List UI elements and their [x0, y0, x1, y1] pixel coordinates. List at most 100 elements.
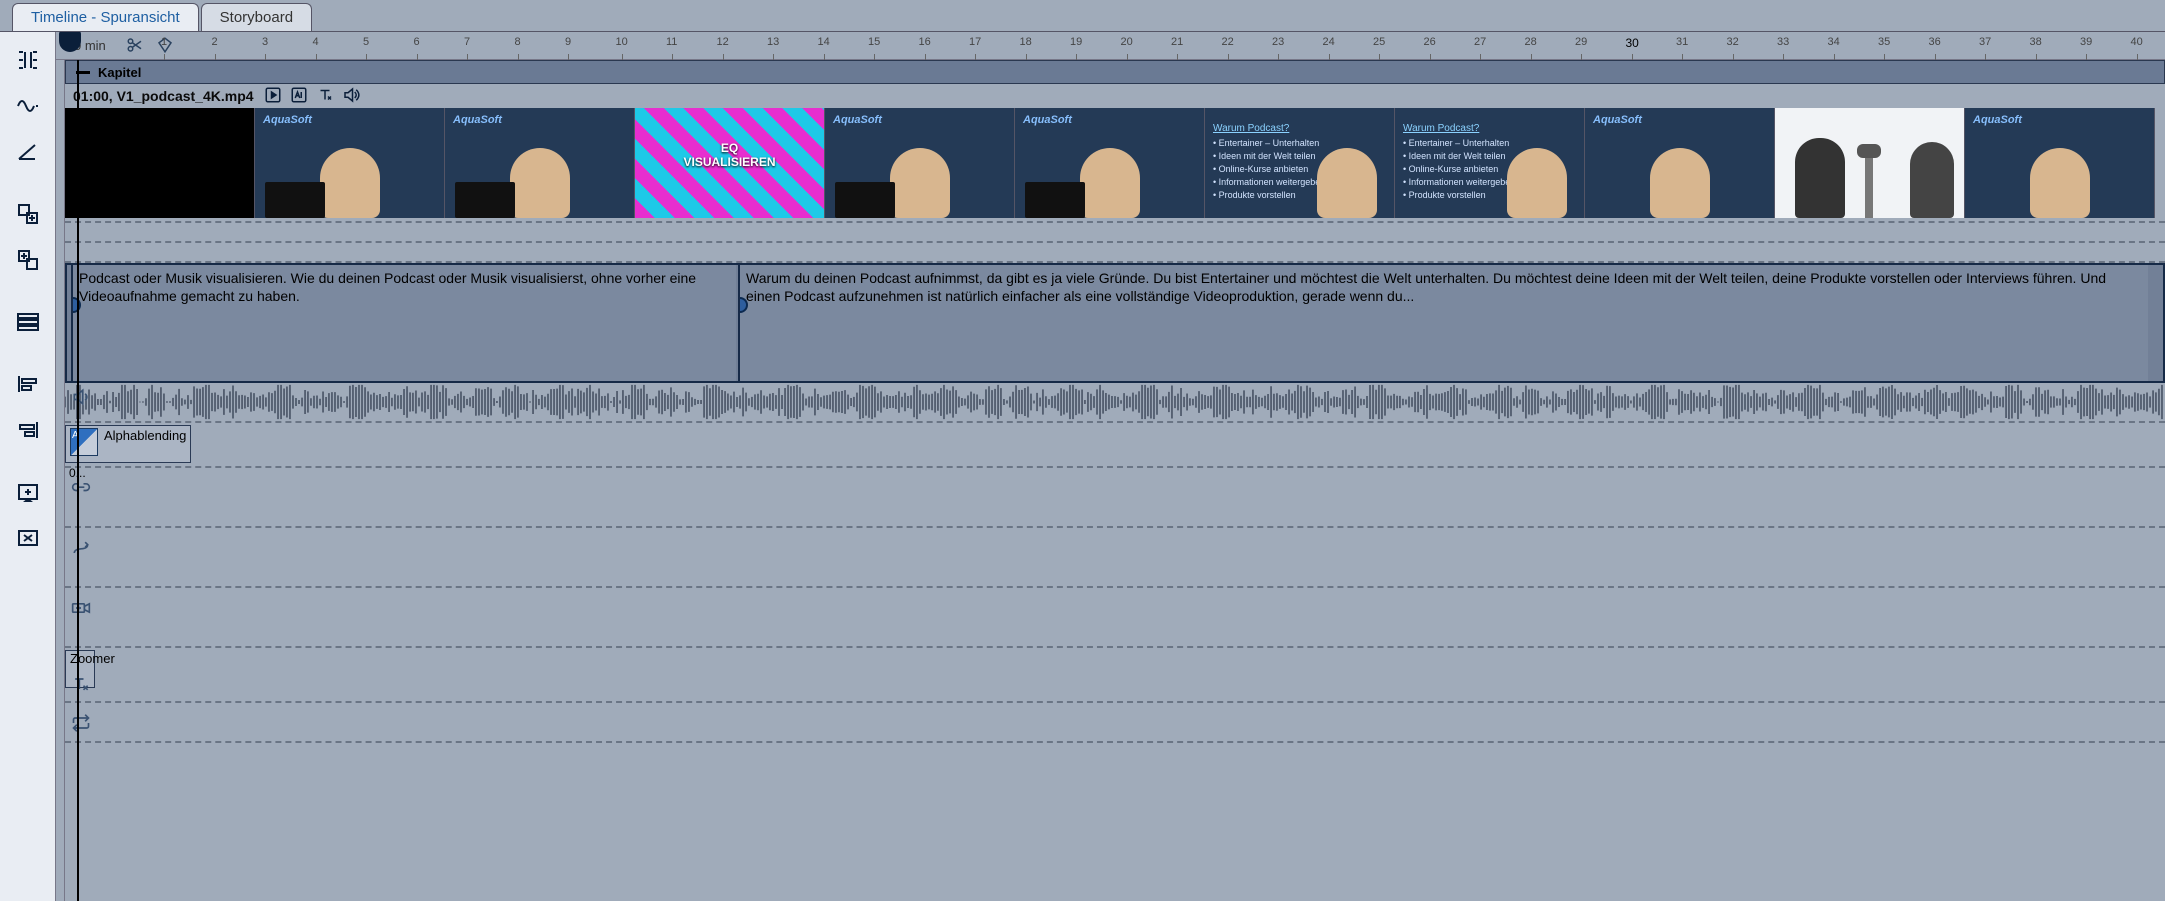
- ruler-tick: 30: [1626, 36, 1639, 50]
- loop-track[interactable]: [65, 703, 2165, 743]
- video-thumb[interactable]: EQVISUALISIEREN: [635, 108, 825, 218]
- ruler-tick: 10: [616, 36, 628, 48]
- clip-audio-icon[interactable]: [342, 86, 360, 107]
- ruler-tick: 35: [1878, 36, 1890, 48]
- tool-crop-out-icon[interactable]: [8, 518, 48, 558]
- ruler-ticks: 1234567891011121314151617181920212223242…: [161, 32, 2165, 59]
- ruler-tick: 40: [2131, 36, 2143, 48]
- audio-icon: [71, 387, 91, 410]
- video-thumb[interactable]: AquaSoft: [1585, 108, 1775, 218]
- ruler-tick: 3: [262, 36, 268, 48]
- video-thumb[interactable]: [1775, 108, 1965, 218]
- link-loop-icon: [71, 478, 91, 501]
- ruler-tick: 34: [1828, 36, 1840, 48]
- video-thumb[interactable]: AquaSoft: [445, 108, 635, 218]
- ruler-tick: 39: [2080, 36, 2092, 48]
- subtitle-track[interactable]: Podcast oder Musik visualisieren. Wie du…: [65, 263, 2165, 383]
- ruler-tick: 33: [1777, 36, 1789, 48]
- alphablending-clip[interactable]: A Alphablending: [65, 425, 191, 463]
- clip-ab-icon[interactable]: [290, 86, 308, 107]
- tab-storyboard[interactable]: Storyboard: [201, 3, 312, 31]
- tool-ramp-icon[interactable]: [8, 132, 48, 172]
- subtitle-clip[interactable]: Podcast oder Musik visualisieren. Wie du…: [71, 265, 736, 381]
- chapter-label: Kapitel: [98, 65, 141, 80]
- ruler-tick: 26: [1424, 36, 1436, 48]
- ruler-tick: 21: [1171, 36, 1183, 48]
- ruler-tick: 16: [919, 36, 931, 48]
- empty-track[interactable]: [65, 223, 2165, 243]
- ruler-tick: 2: [212, 36, 218, 48]
- link-track[interactable]: [65, 468, 2165, 528]
- motion-path-track[interactable]: [65, 528, 2165, 588]
- subtitle-handle[interactable]: [71, 297, 81, 313]
- ruler-tick: 23: [1272, 36, 1284, 48]
- ruler-tick: 36: [1929, 36, 1941, 48]
- ruler-tick: 7: [464, 36, 470, 48]
- clip-title: 01:00, V1_podcast_4K.mp4: [73, 88, 254, 104]
- chapter-header[interactable]: Kapitel: [65, 60, 2165, 84]
- tool-add-top-icon[interactable]: [8, 194, 48, 234]
- clip-play-icon[interactable]: [264, 86, 282, 107]
- zoomer-track[interactable]: 0. Zoomer: [65, 648, 2165, 703]
- loop-icon: [71, 713, 91, 736]
- video-thumb[interactable]: [65, 108, 255, 218]
- ruler-tick: 24: [1323, 36, 1335, 48]
- camera-track[interactable]: [65, 588, 2165, 648]
- ruler-tick: 17: [969, 36, 981, 48]
- ruler-tick: 12: [717, 36, 729, 48]
- timeline-rows: Kapitel 01:00, V1_podcast_4K.mp4 AquaS: [64, 60, 2165, 901]
- subtitle-clip[interactable]: Warum du deinen Podcast aufnimmst, da gi…: [738, 265, 2148, 381]
- tool-align-left-icon[interactable]: [8, 364, 48, 404]
- ruler-tick: 37: [1979, 36, 1991, 48]
- tabs-bar: Timeline - Spuransicht Storyboard: [0, 0, 2165, 32]
- video-thumbnail-track[interactable]: AquaSoft AquaSoft EQVISUALISIEREN AquaSo…: [65, 108, 2165, 223]
- ruler-tick: 19: [1070, 36, 1082, 48]
- ruler-tick: 4: [313, 36, 319, 48]
- tool-crop-in-icon[interactable]: [8, 472, 48, 512]
- ruler-tick: 18: [1020, 36, 1032, 48]
- cut-marker-icon[interactable]: [126, 36, 144, 57]
- clip-text-fx-icon[interactable]: [316, 86, 334, 107]
- motion-path-icon: [71, 538, 91, 561]
- ruler-tick: 5: [363, 36, 369, 48]
- ruler-tick: 32: [1727, 36, 1739, 48]
- empty-track[interactable]: [65, 243, 2165, 263]
- alphablend-fx-icon: A: [70, 428, 98, 456]
- ruler-tick: 29: [1575, 36, 1587, 48]
- ruler-tick: 31: [1676, 36, 1688, 48]
- ruler-tick: 13: [767, 36, 779, 48]
- text-fx-icon: [71, 674, 91, 697]
- effect-track-alphablending[interactable]: A Alphablending 0...: [65, 423, 2165, 468]
- ruler-tick: 14: [818, 36, 830, 48]
- video-thumb[interactable]: AquaSoft: [1015, 108, 1205, 218]
- video-thumb[interactable]: Warum Podcast?• Entertainer – Unterhalte…: [1205, 108, 1395, 218]
- clip-header[interactable]: 01:00, V1_podcast_4K.mp4: [65, 84, 2165, 108]
- video-thumb[interactable]: Warum Podcast?• Entertainer – Unterhalte…: [1395, 108, 1585, 218]
- tool-align-right-icon[interactable]: [8, 410, 48, 450]
- left-toolbar: [0, 32, 56, 901]
- zoomer-label: Zoomer: [70, 651, 170, 666]
- audio-waveform-track[interactable]: [65, 383, 2165, 423]
- tab-timeline[interactable]: Timeline - Spuransicht: [12, 3, 199, 31]
- timeline-ruler[interactable]: 0 min 1234567891011121314151617181920212…: [56, 32, 2165, 60]
- ruler-tick: 8: [515, 36, 521, 48]
- tool-wave-icon[interactable]: [8, 86, 48, 126]
- camera-move-icon: [71, 598, 91, 621]
- ruler-tick: 27: [1474, 36, 1486, 48]
- video-thumb[interactable]: AquaSoft: [255, 108, 445, 218]
- collapse-icon[interactable]: [76, 71, 90, 74]
- ruler-tick: 25: [1373, 36, 1385, 48]
- video-thumb[interactable]: AquaSoft: [825, 108, 1015, 218]
- ruler-tick: 28: [1525, 36, 1537, 48]
- video-thumb[interactable]: AquaSoft: [1965, 108, 2155, 218]
- ruler-tick: 6: [414, 36, 420, 48]
- ruler-tick: 15: [868, 36, 880, 48]
- waveform: [65, 383, 2165, 421]
- subtitle-handle[interactable]: [738, 297, 748, 313]
- tool-align-tracks-icon[interactable]: [8, 40, 48, 80]
- alphablending-label: Alphablending: [104, 428, 186, 443]
- tool-rows-icon[interactable]: [8, 302, 48, 342]
- ruler-tick: 1: [161, 36, 167, 48]
- ruler-tick: 38: [2030, 36, 2042, 48]
- tool-add-bottom-icon[interactable]: [8, 240, 48, 280]
